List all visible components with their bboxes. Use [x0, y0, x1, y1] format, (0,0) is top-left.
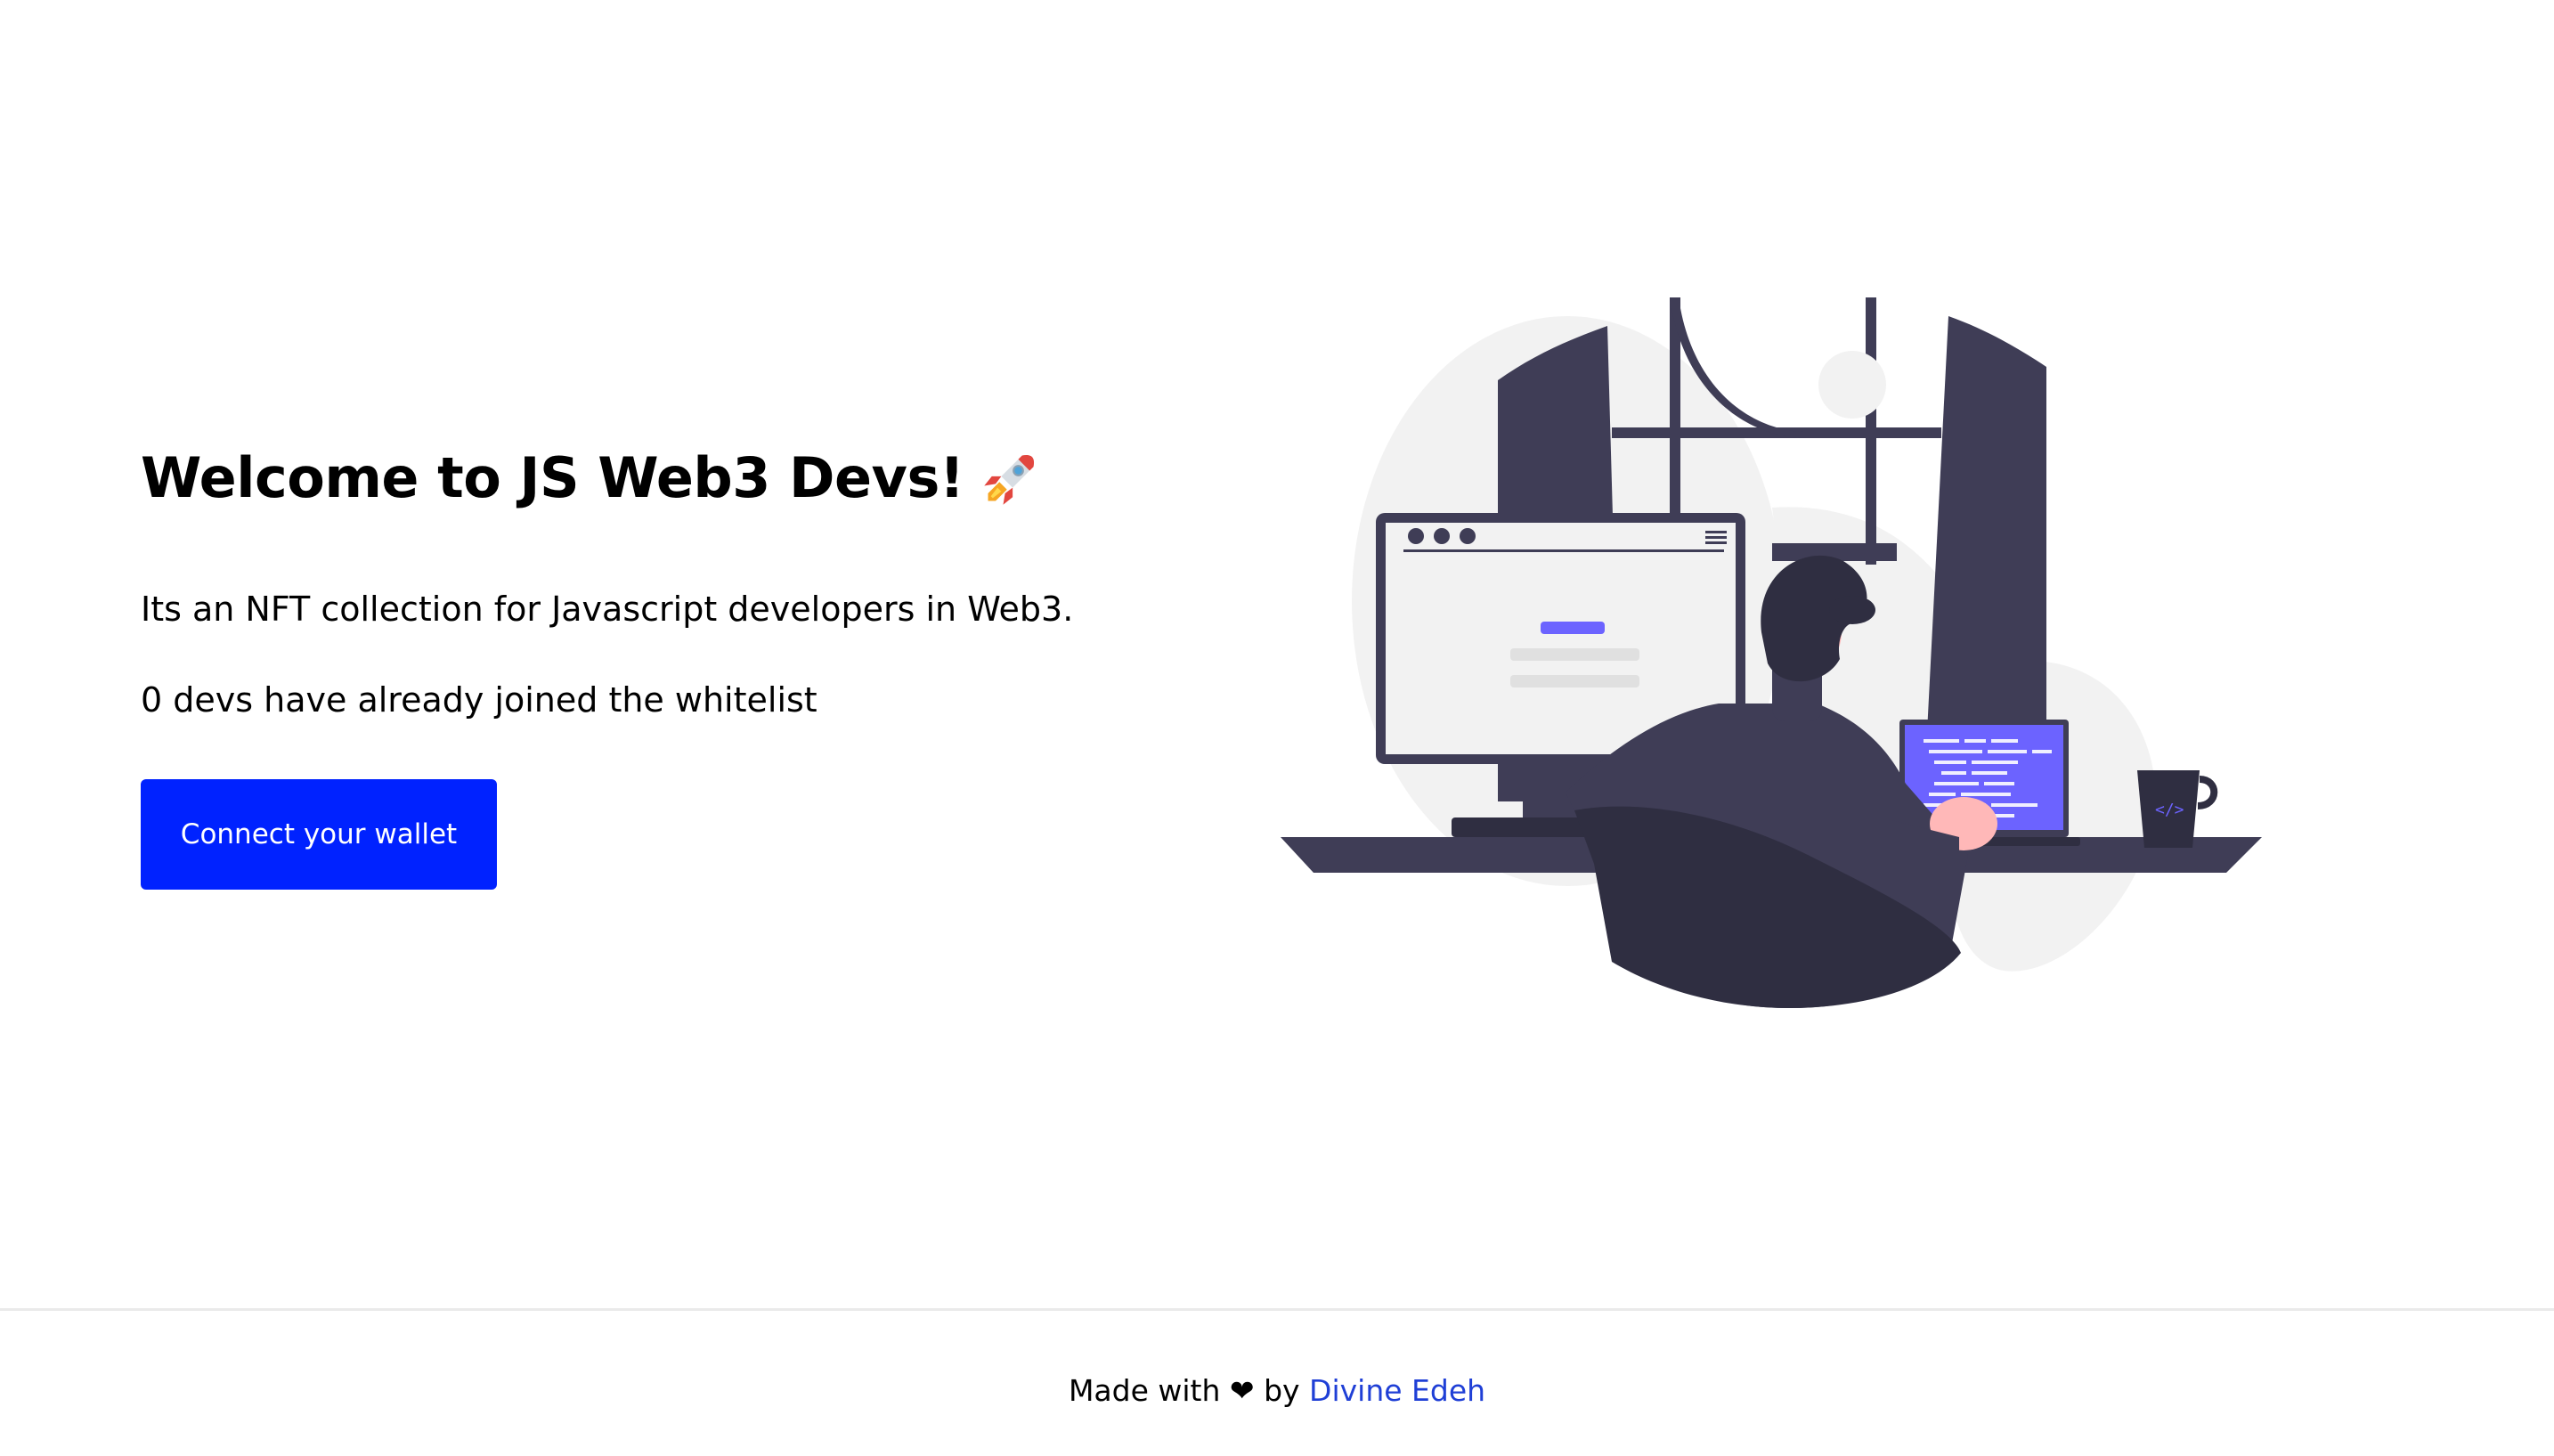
connect-wallet-button[interactable]: Connect your wallet	[141, 779, 497, 890]
footer-by: by	[1264, 1373, 1300, 1408]
page-title: Welcome to JS Web3 Devs!	[141, 445, 1120, 511]
footer-credit: Made with ❤ by Divine Edeh	[0, 1373, 2554, 1408]
svg-text:</>: </>	[2155, 801, 2184, 819]
whitelist-count: 0 devs have already joined the whitelist	[141, 680, 817, 720]
hero-text-block: Welcome to JS Web3 Devs! Its an NFT coll…	[141, 445, 1120, 890]
page-title-text: Welcome to JS Web3 Devs!	[141, 445, 964, 510]
footer-made-with: Made with	[1068, 1373, 1221, 1408]
rocket-icon	[983, 455, 1034, 505]
hero-description: Its an NFT collection for Javascript dev…	[141, 590, 1074, 629]
developer-illustration: </>	[1281, 297, 2262, 1008]
heart-icon: ❤	[1229, 1373, 1255, 1408]
author-link[interactable]: Divine Edeh	[1309, 1373, 1485, 1408]
footer: Made with ❤ by Divine Edeh	[0, 1308, 2554, 1456]
main-section: Welcome to JS Web3 Devs! Its an NFT coll…	[0, 0, 2554, 1309]
